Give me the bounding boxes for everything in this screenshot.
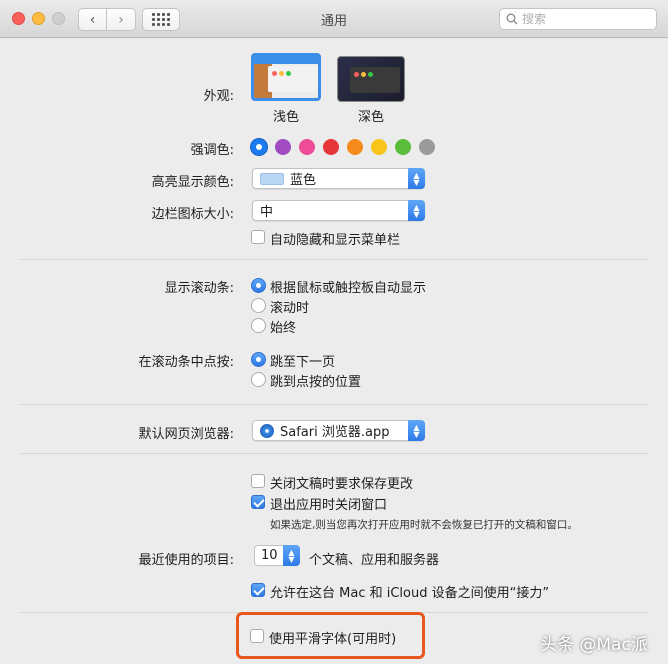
- scrollbars-scrolling-label: 滚动时: [270, 301, 310, 316]
- highlight-color-value: 蓝色: [290, 173, 317, 188]
- annotation-highlight-box: [236, 612, 425, 659]
- accent-color-swatch[interactable]: [347, 139, 363, 155]
- title-bar: ‹ › 通用: [0, 0, 668, 38]
- highlight-color-label: 高亮显示颜色:: [151, 175, 234, 190]
- system-preferences-window: ‹ › 通用 外观:: [0, 0, 668, 664]
- appearance-light-option[interactable]: [251, 53, 321, 101]
- color-chip: [260, 172, 284, 185]
- handoff-checkbox[interactable]: [251, 583, 265, 597]
- scrollbars-auto-radio[interactable]: [251, 278, 266, 293]
- appearance-label: 外观:: [203, 89, 234, 104]
- accent-color-swatch[interactable]: [419, 139, 435, 155]
- click-scrollbar-label: 在滚动条中点按:: [138, 355, 234, 370]
- close-windows-note: 如果选定,则当您再次打开应用时就不会恢复已打开的文稿和窗口。: [270, 519, 578, 531]
- recent-items-value: 10: [261, 548, 278, 563]
- search-input[interactable]: [522, 12, 642, 26]
- default-browser-label: 默认网页浏览器:: [138, 427, 234, 442]
- scrollbars-always-label: 始终: [270, 321, 297, 336]
- accent-color-label: 强调色:: [190, 143, 234, 158]
- appearance-dark-label: 深色: [357, 110, 384, 125]
- default-browser-value: Safari 浏览器.app: [280, 425, 390, 440]
- accent-color-swatch[interactable]: [299, 139, 315, 155]
- popup-arrows-icon: ▲ ▼: [408, 168, 425, 189]
- watermark: 头条 @Mac派: [540, 635, 648, 655]
- divider: [20, 404, 648, 405]
- jump-next-page-label: 跳至下一页: [270, 355, 336, 370]
- accent-color-swatch[interactable]: [275, 139, 291, 155]
- popup-arrows-icon: ▲ ▼: [283, 545, 300, 566]
- safari-icon: [260, 423, 274, 438]
- default-browser-popup[interactable]: Safari 浏览器.app ▲ ▼: [252, 420, 425, 441]
- accent-color-swatch[interactable]: [395, 139, 411, 155]
- divider: [20, 259, 648, 260]
- popup-arrows-icon: ▲ ▼: [408, 420, 425, 441]
- sidebar-icon-size-value: 中: [260, 205, 274, 220]
- popup-arrows-icon: ▲ ▼: [408, 200, 425, 221]
- recent-items-popup[interactable]: 10 ▲ ▼: [254, 545, 300, 566]
- recent-items-suffix: 个文稿、应用和服务器: [309, 553, 440, 568]
- handoff-label: 允许在这台 Mac 和 iCloud 设备之间使用“接力”: [270, 586, 550, 601]
- scrollbars-scrolling-radio[interactable]: [251, 298, 266, 313]
- ask-save-label: 关闭文稿时要求保存更改: [270, 477, 414, 492]
- jump-next-page-radio[interactable]: [251, 352, 266, 367]
- highlight-color-popup[interactable]: 蓝色 ▲ ▼: [252, 168, 425, 189]
- recent-items-label: 最近使用的项目:: [138, 553, 234, 568]
- accent-color-swatch[interactable]: [323, 139, 339, 155]
- menubar-autohide-checkbox[interactable]: [251, 230, 265, 244]
- close-windows-label: 退出应用时关闭窗口: [270, 498, 388, 513]
- appearance-dark-option[interactable]: [337, 56, 405, 102]
- accent-color-swatch[interactable]: [251, 139, 267, 155]
- sidebar-icon-size-label: 边栏图标大小:: [151, 207, 234, 222]
- search-field[interactable]: [499, 8, 657, 30]
- close-windows-checkbox[interactable]: [251, 495, 265, 509]
- divider: [20, 453, 648, 454]
- scrollbars-auto-label: 根据鼠标或触控板自动显示: [270, 281, 427, 296]
- accent-color-swatch[interactable]: [371, 139, 387, 155]
- sidebar-icon-size-popup[interactable]: 中 ▲ ▼: [252, 200, 425, 221]
- appearance-light-label: 浅色: [272, 110, 299, 125]
- menubar-autohide-label: 自动隐藏和显示菜单栏: [270, 233, 401, 248]
- show-scrollbars-label: 显示滚动条:: [164, 281, 234, 296]
- search-icon: [506, 13, 518, 25]
- jump-to-spot-label: 跳到点按的位置: [270, 375, 362, 390]
- scrollbars-always-radio[interactable]: [251, 318, 266, 333]
- jump-to-spot-radio[interactable]: [251, 372, 266, 387]
- ask-save-checkbox[interactable]: [251, 474, 265, 488]
